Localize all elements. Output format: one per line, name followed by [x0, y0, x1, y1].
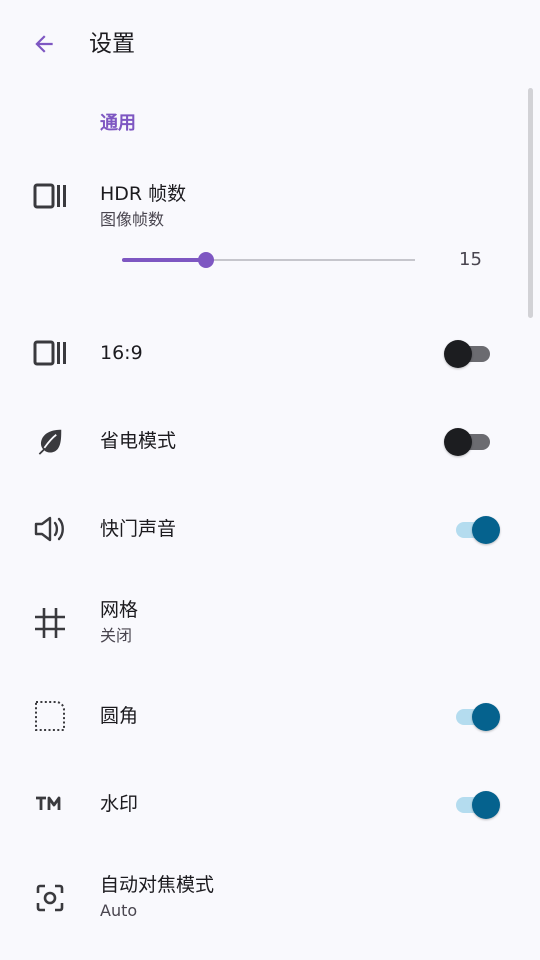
- power-saving-switch[interactable]: [444, 426, 494, 456]
- switch-thumb: [472, 703, 500, 731]
- setting-hdr-frames[interactable]: HDR 帧数 图像帧数: [0, 170, 520, 290]
- setting-title: 快门声音: [100, 518, 177, 540]
- setting-title: 省电模式: [100, 430, 177, 452]
- rounded-corner-icon: [30, 696, 70, 736]
- setting-title: 网格: [100, 599, 139, 621]
- leaf-icon: [30, 421, 70, 461]
- setting-shutter-sound[interactable]: 快门声音: [0, 501, 520, 557]
- setting-watermark[interactable]: 水印: [0, 776, 520, 832]
- hdr-frames-slider[interactable]: [122, 248, 415, 272]
- switch-thumb: [472, 791, 500, 819]
- slider-fill: [122, 258, 206, 262]
- slider-value: 15: [459, 249, 482, 270]
- switch-thumb: [444, 340, 472, 368]
- setting-subtitle: 图像帧数: [100, 210, 165, 229]
- back-button[interactable]: [22, 22, 66, 66]
- setting-subtitle: 关闭: [100, 626, 133, 645]
- setting-title: 16:9: [100, 342, 143, 364]
- setting-grid[interactable]: 网格 关闭: [0, 585, 520, 655]
- aspect-16-9-switch[interactable]: [444, 338, 494, 368]
- slider-thumb[interactable]: [198, 252, 214, 268]
- page-title: 设置: [89, 31, 135, 57]
- watermark-switch[interactable]: [450, 789, 500, 819]
- setting-rounded-corners[interactable]: 圆角: [0, 688, 520, 744]
- rounded-corners-switch[interactable]: [450, 701, 500, 731]
- focus-camera-icon: [30, 878, 70, 918]
- switch-thumb: [444, 428, 472, 456]
- shutter-sound-switch[interactable]: [450, 514, 500, 544]
- setting-aspect-16-9[interactable]: 16:9: [0, 325, 520, 381]
- aspect-frame-icon: [30, 176, 70, 216]
- aspect-frame-icon: [30, 333, 70, 373]
- app-bar: 设置: [0, 0, 540, 88]
- volume-icon: [30, 509, 70, 549]
- setting-title: 水印: [100, 793, 139, 815]
- section-header-general: 通用: [100, 113, 136, 134]
- setting-title: 自动对焦模式: [100, 874, 215, 896]
- setting-power-saving[interactable]: 省电模式: [0, 413, 520, 469]
- trademark-icon: [30, 784, 70, 824]
- setting-title: 圆角: [100, 705, 139, 727]
- setting-subtitle: Auto: [100, 901, 138, 920]
- scrollbar[interactable]: [528, 88, 533, 318]
- setting-autofocus-mode[interactable]: 自动对焦模式 Auto: [0, 860, 520, 930]
- switch-thumb: [472, 516, 500, 544]
- arrow-back-icon: [35, 35, 53, 53]
- grid-icon: [30, 603, 70, 643]
- setting-title: HDR 帧数: [100, 183, 187, 205]
